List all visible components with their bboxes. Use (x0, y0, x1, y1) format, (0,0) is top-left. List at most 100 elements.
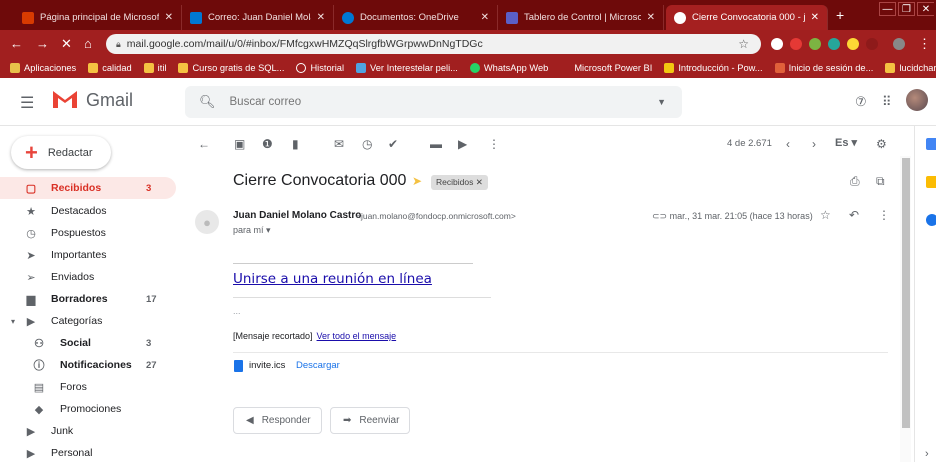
forward-icon[interactable]: → (36, 36, 49, 51)
search-icon[interactable]: 🔍︎ (199, 94, 216, 110)
bookmark-item[interactable]: Historial (296, 63, 344, 73)
reply-icon[interactable]: ↶ (849, 208, 859, 222)
extension-icon[interactable] (809, 38, 821, 50)
minimize-button[interactable]: — (879, 2, 896, 16)
sidebar-item-recibidos[interactable]: ▢ Recibidos 3 (0, 177, 176, 199)
open-new-window-icon[interactable]: ⧉ (876, 174, 885, 189)
view-entire-message-link[interactable]: Ver todo el mensaje (317, 331, 397, 341)
older-icon[interactable]: › (812, 137, 816, 151)
sidebar-item-social[interactable]: ⚇ Social 3 (0, 332, 176, 354)
reply-button[interactable]: ◀ Responder (233, 407, 322, 434)
sidebar-item-importantes[interactable]: ➤ Importantes (0, 244, 176, 266)
star-message-icon[interactable]: ☆ (820, 208, 831, 222)
label-chip[interactable]: Recibidos ✕ (431, 175, 488, 190)
attachment-name[interactable]: invite.ics (249, 360, 285, 371)
add-task-icon[interactable]: ✔ (388, 137, 398, 151)
back-to-inbox-icon[interactable]: ← (198, 137, 210, 151)
snooze-icon[interactable]: ◷ (362, 137, 372, 151)
profile-icon[interactable] (893, 38, 905, 50)
browser-tab[interactable]: Página principal de Microsoft Offi ✕ (14, 5, 182, 30)
sidebar-item-notificaciones[interactable]: ⓘ Notificaciones 27 (0, 354, 176, 376)
tasks-icon[interactable] (926, 214, 936, 226)
bookmark-item[interactable]: Curso gratis de SQL... (178, 63, 284, 73)
new-tab-button[interactable]: + (836, 7, 844, 23)
close-icon[interactable]: ✕ (165, 12, 173, 23)
collapse-caret-icon[interactable]: ▾ (11, 317, 15, 326)
input-tools-select[interactable]: Es ▾ (835, 136, 857, 149)
avatar[interactable] (906, 89, 928, 111)
ellipsis-text[interactable]: ... (233, 306, 241, 316)
mark-unread-icon[interactable]: ✉ (334, 137, 344, 151)
address-bar[interactable]: 🔒︎ mail.google.com/mail/u/0/#inbox/FMfcg… (106, 34, 761, 54)
menu-dots-icon[interactable]: ⋮ (918, 36, 931, 52)
sidebar-item-borradores[interactable]: ▆ Borradores 17 (0, 288, 176, 310)
stop-icon[interactable]: ✕ (61, 36, 72, 52)
bookmark-star-icon[interactable]: ☆ (738, 37, 749, 51)
bookmark-item[interactable]: Microsoft Power BI (574, 63, 652, 73)
newer-icon[interactable]: ‹ (786, 137, 790, 151)
extension-icon[interactable] (847, 38, 859, 50)
bookmark-item[interactable]: calidad (88, 63, 132, 73)
sidebar-item-pospuestos[interactable]: ◷ Pospuestos (0, 222, 176, 244)
bookmark-item[interactable]: lucidchart (885, 63, 936, 73)
close-icon[interactable]: ✕ (811, 12, 819, 23)
archive-icon[interactable]: ▣ (234, 137, 245, 151)
sidebar-item-label: Notificaciones (60, 359, 132, 371)
more-actions-icon[interactable]: ⋮ (878, 208, 890, 222)
sidebar-item-promociones[interactable]: ◆ Promociones (0, 398, 176, 420)
move-to-icon[interactable]: ▬ (430, 137, 442, 151)
browser-tab-active[interactable]: Cierre Convocatoria 000 - jdmolano ✕ (666, 5, 828, 30)
browser-tab[interactable]: Correo: Juan Daniel Molano Castr ✕ (182, 5, 334, 30)
recipient-toggle[interactable]: para mí ▾ (233, 225, 271, 236)
sidebar-item-junk[interactable]: ▶ Junk (0, 420, 176, 442)
print-icon[interactable]: ⎙ (850, 174, 860, 189)
search-bar[interactable]: 🔍︎ ▼ (185, 86, 682, 118)
sidebar-item-personal[interactable]: ▶ Personal (0, 442, 176, 462)
bookmark-item[interactable]: Aplicaciones (10, 63, 76, 73)
more-icon[interactable]: ⋮ (488, 137, 500, 151)
delete-icon[interactable]: ▮ (292, 137, 299, 151)
search-input[interactable] (229, 96, 630, 108)
extension-icon[interactable] (866, 38, 878, 50)
close-icon[interactable]: ✕ (647, 12, 655, 23)
importance-marker-icon[interactable]: ➤ (412, 174, 422, 188)
browser-tab[interactable]: Tablero de Control | Microsoft Teams ✕ (498, 5, 664, 30)
tab-title: Página principal de Microsoft Offi (40, 12, 159, 23)
labels-icon[interactable]: ▶ (458, 137, 467, 151)
browser-tab[interactable]: Documentos: OneDrive ✕ (334, 5, 498, 30)
keep-icon[interactable] (926, 176, 936, 188)
sidebar-item-foros[interactable]: ▤ Foros (0, 376, 176, 398)
close-window-button[interactable]: ✕ (917, 2, 934, 16)
sidebar-item-categorias[interactable]: ▶ Categorías ▾ (0, 310, 176, 332)
apps-grid-icon[interactable]: ⠿ (882, 94, 892, 110)
home-icon[interactable]: ⌂ (84, 36, 92, 51)
calendar-icon[interactable] (926, 138, 936, 150)
bookmark-item[interactable]: WhatsApp Web (469, 63, 548, 73)
search-options-icon[interactable]: ▼ (657, 97, 666, 107)
main-menu-icon[interactable]: ☰ (20, 93, 34, 113)
maximize-button[interactable]: ❐ (898, 2, 915, 16)
sidebar-item-enviados[interactable]: ➢ Enviados (0, 266, 176, 288)
bookmark-item[interactable]: itil (143, 63, 166, 73)
bookmark-item[interactable]: Inicio de sesión de... (774, 63, 873, 73)
bookmark-item[interactable]: Ver Interestelar peli... (356, 63, 458, 73)
close-icon[interactable]: ✕ (317, 12, 325, 23)
settings-gear-icon[interactable]: ⚙ (876, 137, 887, 151)
extension-icon[interactable] (790, 38, 802, 50)
join-meeting-link[interactable]: Unirse a una reunión en línea (233, 271, 432, 287)
sidebar-item-destacados[interactable]: ★ Destacados (0, 200, 176, 222)
report-spam-icon[interactable]: ❶ (262, 137, 273, 151)
close-icon[interactable]: ✕ (481, 12, 489, 23)
remove-label-icon[interactable]: ✕ (476, 177, 483, 187)
bookmark-item[interactable]: Introducción - Pow... (664, 63, 763, 73)
forward-button[interactable]: ➡ Reenviar (330, 407, 411, 434)
extension-icon[interactable] (828, 38, 840, 50)
extension-icon[interactable] (771, 38, 783, 50)
scrollbar-thumb[interactable] (902, 158, 910, 428)
label-icon: ▶ (26, 425, 36, 438)
help-icon[interactable]: ⑦ (855, 94, 867, 110)
expand-panel-icon[interactable]: › (925, 448, 929, 460)
back-icon[interactable]: ← (10, 36, 23, 51)
download-link[interactable]: Descargar (296, 360, 340, 371)
compose-button[interactable]: + Redactar (11, 136, 111, 169)
